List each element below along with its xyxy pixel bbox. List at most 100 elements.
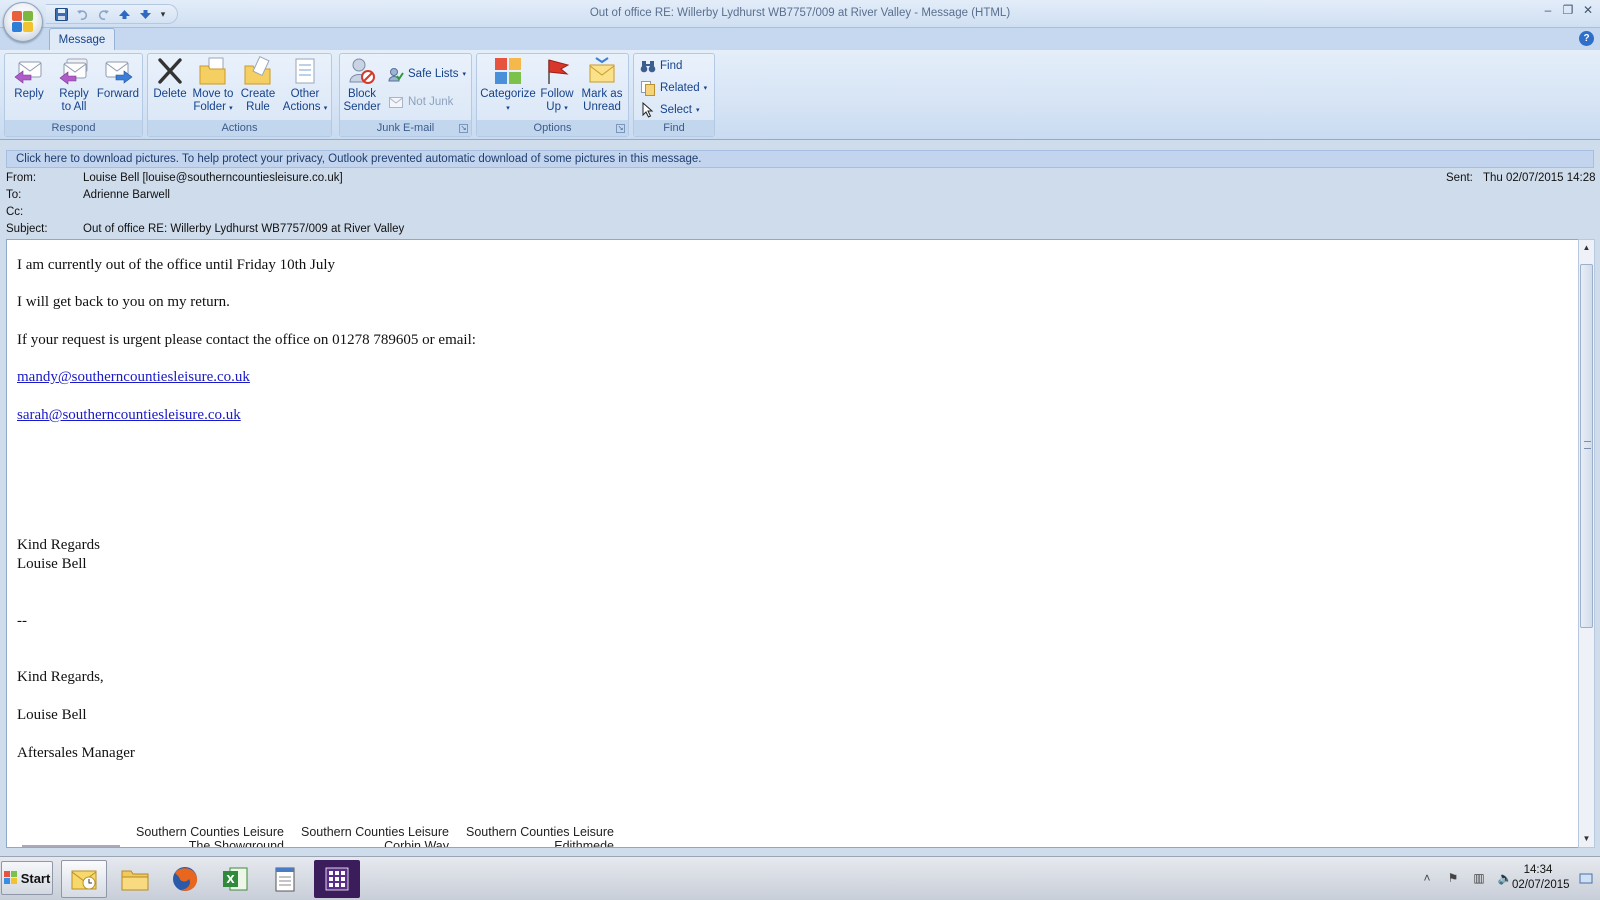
from-value[interactable]: Louise Bell [louise@southerncountiesleis… [83,172,343,184]
system-tray: ˄ ⚑ ▥ 🔈 [1418,869,1514,887]
junk-email-dialog-launcher-icon[interactable]: ↘ [459,124,468,133]
create-rule-label-1: Create [240,88,276,100]
follow-up-label-2: Up [546,100,561,113]
signature-separator: -- [17,613,27,629]
delete-label: Delete [153,88,187,100]
safe-lists-icon [388,66,404,82]
related-icon [640,80,656,96]
signature-address-line: Corbin Way [384,839,449,848]
minimize-icon[interactable]: – [1540,2,1556,18]
close-icon[interactable]: ✕ [1580,2,1596,18]
other-actions-button[interactable]: Other Actions ▾ [282,56,328,120]
safe-lists-label: Safe Lists [408,68,459,80]
safe-lists-button[interactable]: Safe Lists ▾ [388,64,466,84]
office-button[interactable] [3,2,43,42]
scroll-up-icon[interactable]: ▲ [1579,240,1594,256]
chevron-down-icon: ▾ [703,85,708,92]
reply-all-button[interactable]: Reply to All [53,56,95,120]
categorize-button[interactable]: Categorize ▾ [480,56,536,120]
other-actions-label-1: Other [290,88,320,100]
reply-all-label-1: Reply [59,88,89,100]
binoculars-icon [640,58,656,74]
mark-unread-label-2: Unread [583,100,621,113]
message-body: I am currently out of the office until F… [6,239,1580,848]
taskbar: Start X ˄ ⚑ ▥ 🔈 14:34 02/07/2015 [0,856,1600,900]
windows-logo-icon [3,871,17,884]
signature-role: Aftersales Manager [17,745,135,761]
scroll-down-icon[interactable]: ▼ [1579,831,1594,847]
cc-row: Cc: [0,205,1600,222]
not-junk-button[interactable]: Not Junk [388,92,453,112]
to-value[interactable]: Adrienne Barwell [83,189,170,201]
body-line: If your request is urgent please contact… [17,332,476,348]
subject-value: Out of office RE: Willerby Lydhurst WB77… [83,223,405,235]
ribbon-tabs: Message ? [0,28,1600,50]
related-button[interactable]: Related ▾ [640,78,707,98]
not-junk-label: Not Junk [408,96,454,108]
signature-company: Southern Counties Leisure [465,825,614,839]
signature-company: Southern Counties Leisure [300,825,449,839]
move-to-folder-button[interactable]: Move to Folder ▾ [190,56,236,120]
system-clock[interactable]: 14:34 02/07/2015 [1512,863,1570,893]
action-center-flag-icon[interactable]: ⚑ [1444,869,1462,887]
delete-button[interactable]: Delete [152,56,188,120]
firefox-icon[interactable] [162,860,208,898]
notepad-icon[interactable] [262,860,308,898]
forward-button[interactable]: Forward [95,56,141,120]
cursor-icon [640,102,656,118]
email-link-mandy[interactable]: mandy@southerncountiesleisure.co.uk [17,369,250,385]
show-hidden-icons-icon[interactable]: ˄ [1418,869,1436,887]
find-button[interactable]: Find [640,56,682,76]
mark-as-unread-button[interactable]: Mark as Unread [579,56,625,120]
mark-unread-icon [589,57,615,83]
signature-logo-image [22,845,120,847]
email-link-sarah[interactable]: sarah@southerncountiesleisure.co.uk [17,407,241,423]
select-label: Select [660,104,692,116]
follow-up-button[interactable]: Follow Up ▾ [537,56,577,120]
sent-label: Sent: [1446,172,1473,184]
create-rule-button[interactable]: Create Rule [238,56,278,120]
vertical-scrollbar[interactable]: ▲ ▼ [1578,239,1595,848]
create-rule-label-2: Rule [246,100,270,113]
signature-address-line: Edithmede [554,839,614,848]
scrollbar-thumb[interactable] [1580,264,1593,628]
reply-button[interactable]: Reply [9,56,49,120]
file-explorer-icon[interactable] [112,860,158,898]
categorize-icon [495,58,521,84]
other-actions-label-2: Actions [282,100,321,113]
ribbon: Reply Reply to All Forward Respond Delet… [0,50,1600,140]
outlook-icon[interactable] [61,860,107,898]
office-logo-icon [12,11,34,33]
block-sender-button[interactable]: Block Sender [342,56,382,120]
body-line: I am currently out of the office until F… [17,257,335,273]
restore-icon[interactable]: ❐ [1560,2,1576,18]
download-pictures-infobar[interactable]: Click here to download pictures. To help… [6,150,1594,168]
block-label-1: Block [347,88,377,100]
calculator-app-icon[interactable] [314,860,360,898]
flag-icon [548,59,570,84]
cc-label: Cc: [6,206,24,218]
options-group-label: Options [477,120,628,136]
signoff: Kind Regards [17,537,100,553]
svg-text:X: X [226,873,235,886]
forward-icon [105,61,133,84]
start-button[interactable]: Start [1,861,53,895]
show-desktop-icon[interactable] [1578,867,1594,891]
signature-address-2: Southern Counties Leisure Corbin Way [299,825,449,848]
excel-icon[interactable]: X [212,860,258,898]
network-icon[interactable]: ▥ [1470,869,1488,887]
options-dialog-launcher-icon[interactable]: ↘ [616,124,625,133]
folder-move-icon [199,57,226,85]
window-controls: – ❐ ✕ [1540,2,1596,18]
tab-message[interactable]: Message [49,28,115,50]
move-label-1: Move to [192,88,234,100]
from-label: From: [6,172,37,184]
chevron-down-icon: ▾ [323,104,328,112]
find-group: Find Related ▾ Select ▾ Find [633,53,715,137]
help-icon[interactable]: ? [1579,31,1594,46]
delete-icon [158,58,182,84]
follow-up-label-1: Follow [540,88,574,100]
reply-all-icon [59,58,88,85]
select-button[interactable]: Select ▾ [640,100,699,120]
actions-group: Delete Move to Folder ▾ Create Rule Othe… [147,53,332,137]
